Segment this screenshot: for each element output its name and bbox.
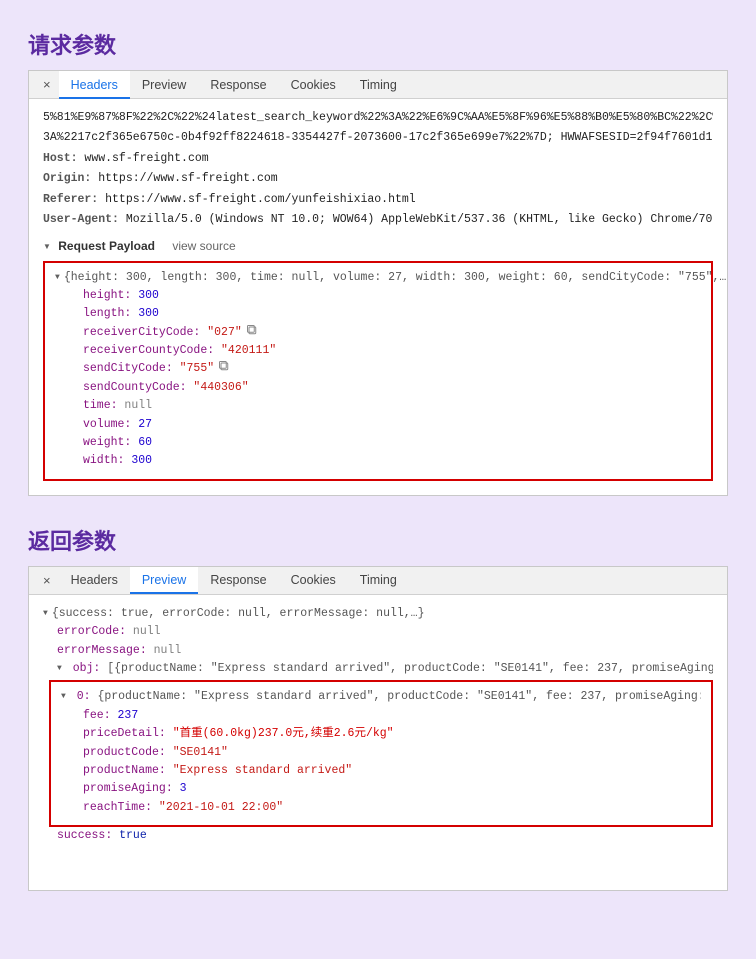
json-field-sendCountyCode: sendCountyCode: "440306" <box>83 379 701 397</box>
header-line: 3A%2217c2f365e6750c-0b4f92ff8224618-3354… <box>43 129 713 147</box>
item0-row[interactable]: 0: {productName: "Express standard arriv… <box>61 688 701 706</box>
header-origin: Origin: https://www.sf-freight.com <box>43 170 713 188</box>
tab-timing[interactable]: Timing <box>348 71 409 99</box>
json-field-promiseAging: promiseAging: 3 <box>83 780 701 798</box>
copy-icon[interactable] <box>246 324 258 336</box>
json-field-width: width: 300 <box>83 452 701 470</box>
response-content: {success: true, errorCode: null, errorMe… <box>29 595 727 860</box>
header-referer: Referer: https://www.sf-freight.com/yunf… <box>43 191 713 209</box>
tab-preview[interactable]: Preview <box>130 566 198 594</box>
json-field-receiverCityCode: receiverCityCode: "027" <box>83 324 701 342</box>
json-field-height: height: 300 <box>83 287 701 305</box>
tab-cookies[interactable]: Cookies <box>279 71 348 99</box>
tab-preview[interactable]: Preview <box>130 71 198 99</box>
response-panel: × Headers Preview Response Cookies Timin… <box>28 566 728 891</box>
request-tabbar: × Headers Preview Response Cookies Timin… <box>29 71 727 99</box>
section-request-title: 请求参数 <box>28 28 728 60</box>
tab-cookies[interactable]: Cookies <box>279 566 348 594</box>
json-field-productName: productName: "Express standard arrived" <box>83 762 701 780</box>
tab-headers[interactable]: Headers <box>59 71 130 99</box>
json-field-productCode: productCode: "SE0141" <box>83 744 701 762</box>
copy-icon[interactable] <box>218 360 230 372</box>
json-field-length: length: 300 <box>83 305 701 323</box>
header-line: 5%81%E9%87%8F%22%2C%22%24latest_search_k… <box>43 109 713 127</box>
json-field-priceDetail: priceDetail: "首重(60.0kg)237.0元,续重2.6元/kg… <box>83 725 701 743</box>
request-payload-box: {height: 300, length: 300, time: null, v… <box>43 261 713 481</box>
response-obj-box: 0: {productName: "Express standard arriv… <box>49 680 713 827</box>
request-content: 5%81%E9%87%8F%22%2C%22%24latest_search_k… <box>29 99 727 495</box>
obj-row[interactable]: obj: [{productName: "Express standard ar… <box>57 660 713 678</box>
tab-response[interactable]: Response <box>198 71 278 99</box>
payload-summary[interactable]: {height: 300, length: 300, time: null, v… <box>55 269 701 287</box>
header-user-agent: User-Agent: Mozilla/5.0 (Windows NT 10.0… <box>43 211 713 229</box>
json-field-errorCode: errorCode: null <box>57 623 713 641</box>
json-field-receiverCountyCode: receiverCountyCode: "420111" <box>83 342 701 360</box>
request-payload-header[interactable]: Request Payload view source <box>43 237 713 256</box>
tab-response[interactable]: Response <box>198 566 278 594</box>
header-host: Host: www.sf-freight.com <box>43 150 713 168</box>
tab-headers[interactable]: Headers <box>59 566 130 594</box>
json-field-time: time: null <box>83 397 701 415</box>
response-tabbar: × Headers Preview Response Cookies Timin… <box>29 567 727 595</box>
section-response-title: 返回参数 <box>28 524 728 556</box>
json-field-volume: volume: 27 <box>83 416 701 434</box>
tab-timing[interactable]: Timing <box>348 566 409 594</box>
close-icon[interactable]: × <box>35 573 59 588</box>
response-top-summary[interactable]: {success: true, errorCode: null, errorMe… <box>43 605 713 623</box>
json-field-reachTime: reachTime: "2021-10-01 22:00" <box>83 799 701 817</box>
view-source-link[interactable]: view source <box>172 239 235 253</box>
request-panel: × Headers Preview Response Cookies Timin… <box>28 70 728 496</box>
json-field-errorMessage: errorMessage: null <box>57 642 713 660</box>
success-row: success: true <box>57 827 713 845</box>
json-field-sendCityCode: sendCityCode: "755" <box>83 360 701 378</box>
json-field-weight: weight: 60 <box>83 434 701 452</box>
close-icon[interactable]: × <box>35 77 59 92</box>
json-field-fee: fee: 237 <box>83 707 701 725</box>
